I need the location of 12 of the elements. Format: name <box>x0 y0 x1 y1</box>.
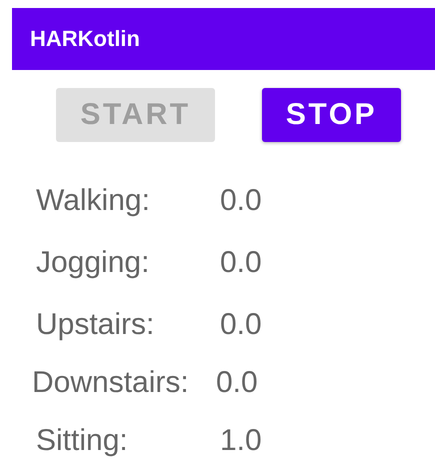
stop-button[interactable]: STOP <box>262 88 401 142</box>
activity-value: 0.0 <box>216 366 258 400</box>
activity-label: Jogging: <box>36 246 150 280</box>
activity-label: Sitting: <box>36 424 129 458</box>
activity-label: Upstairs: <box>36 308 156 342</box>
activity-value: 0.0 <box>220 308 262 342</box>
activity-value: 1.0 <box>220 424 262 458</box>
activity-label: Walking: <box>36 184 151 218</box>
app-title: HARKotlin <box>30 26 140 52</box>
activity-label: Downstairs: <box>32 366 190 400</box>
activity-value: 0.0 <box>220 184 262 218</box>
activity-value: 0.0 <box>220 246 262 280</box>
